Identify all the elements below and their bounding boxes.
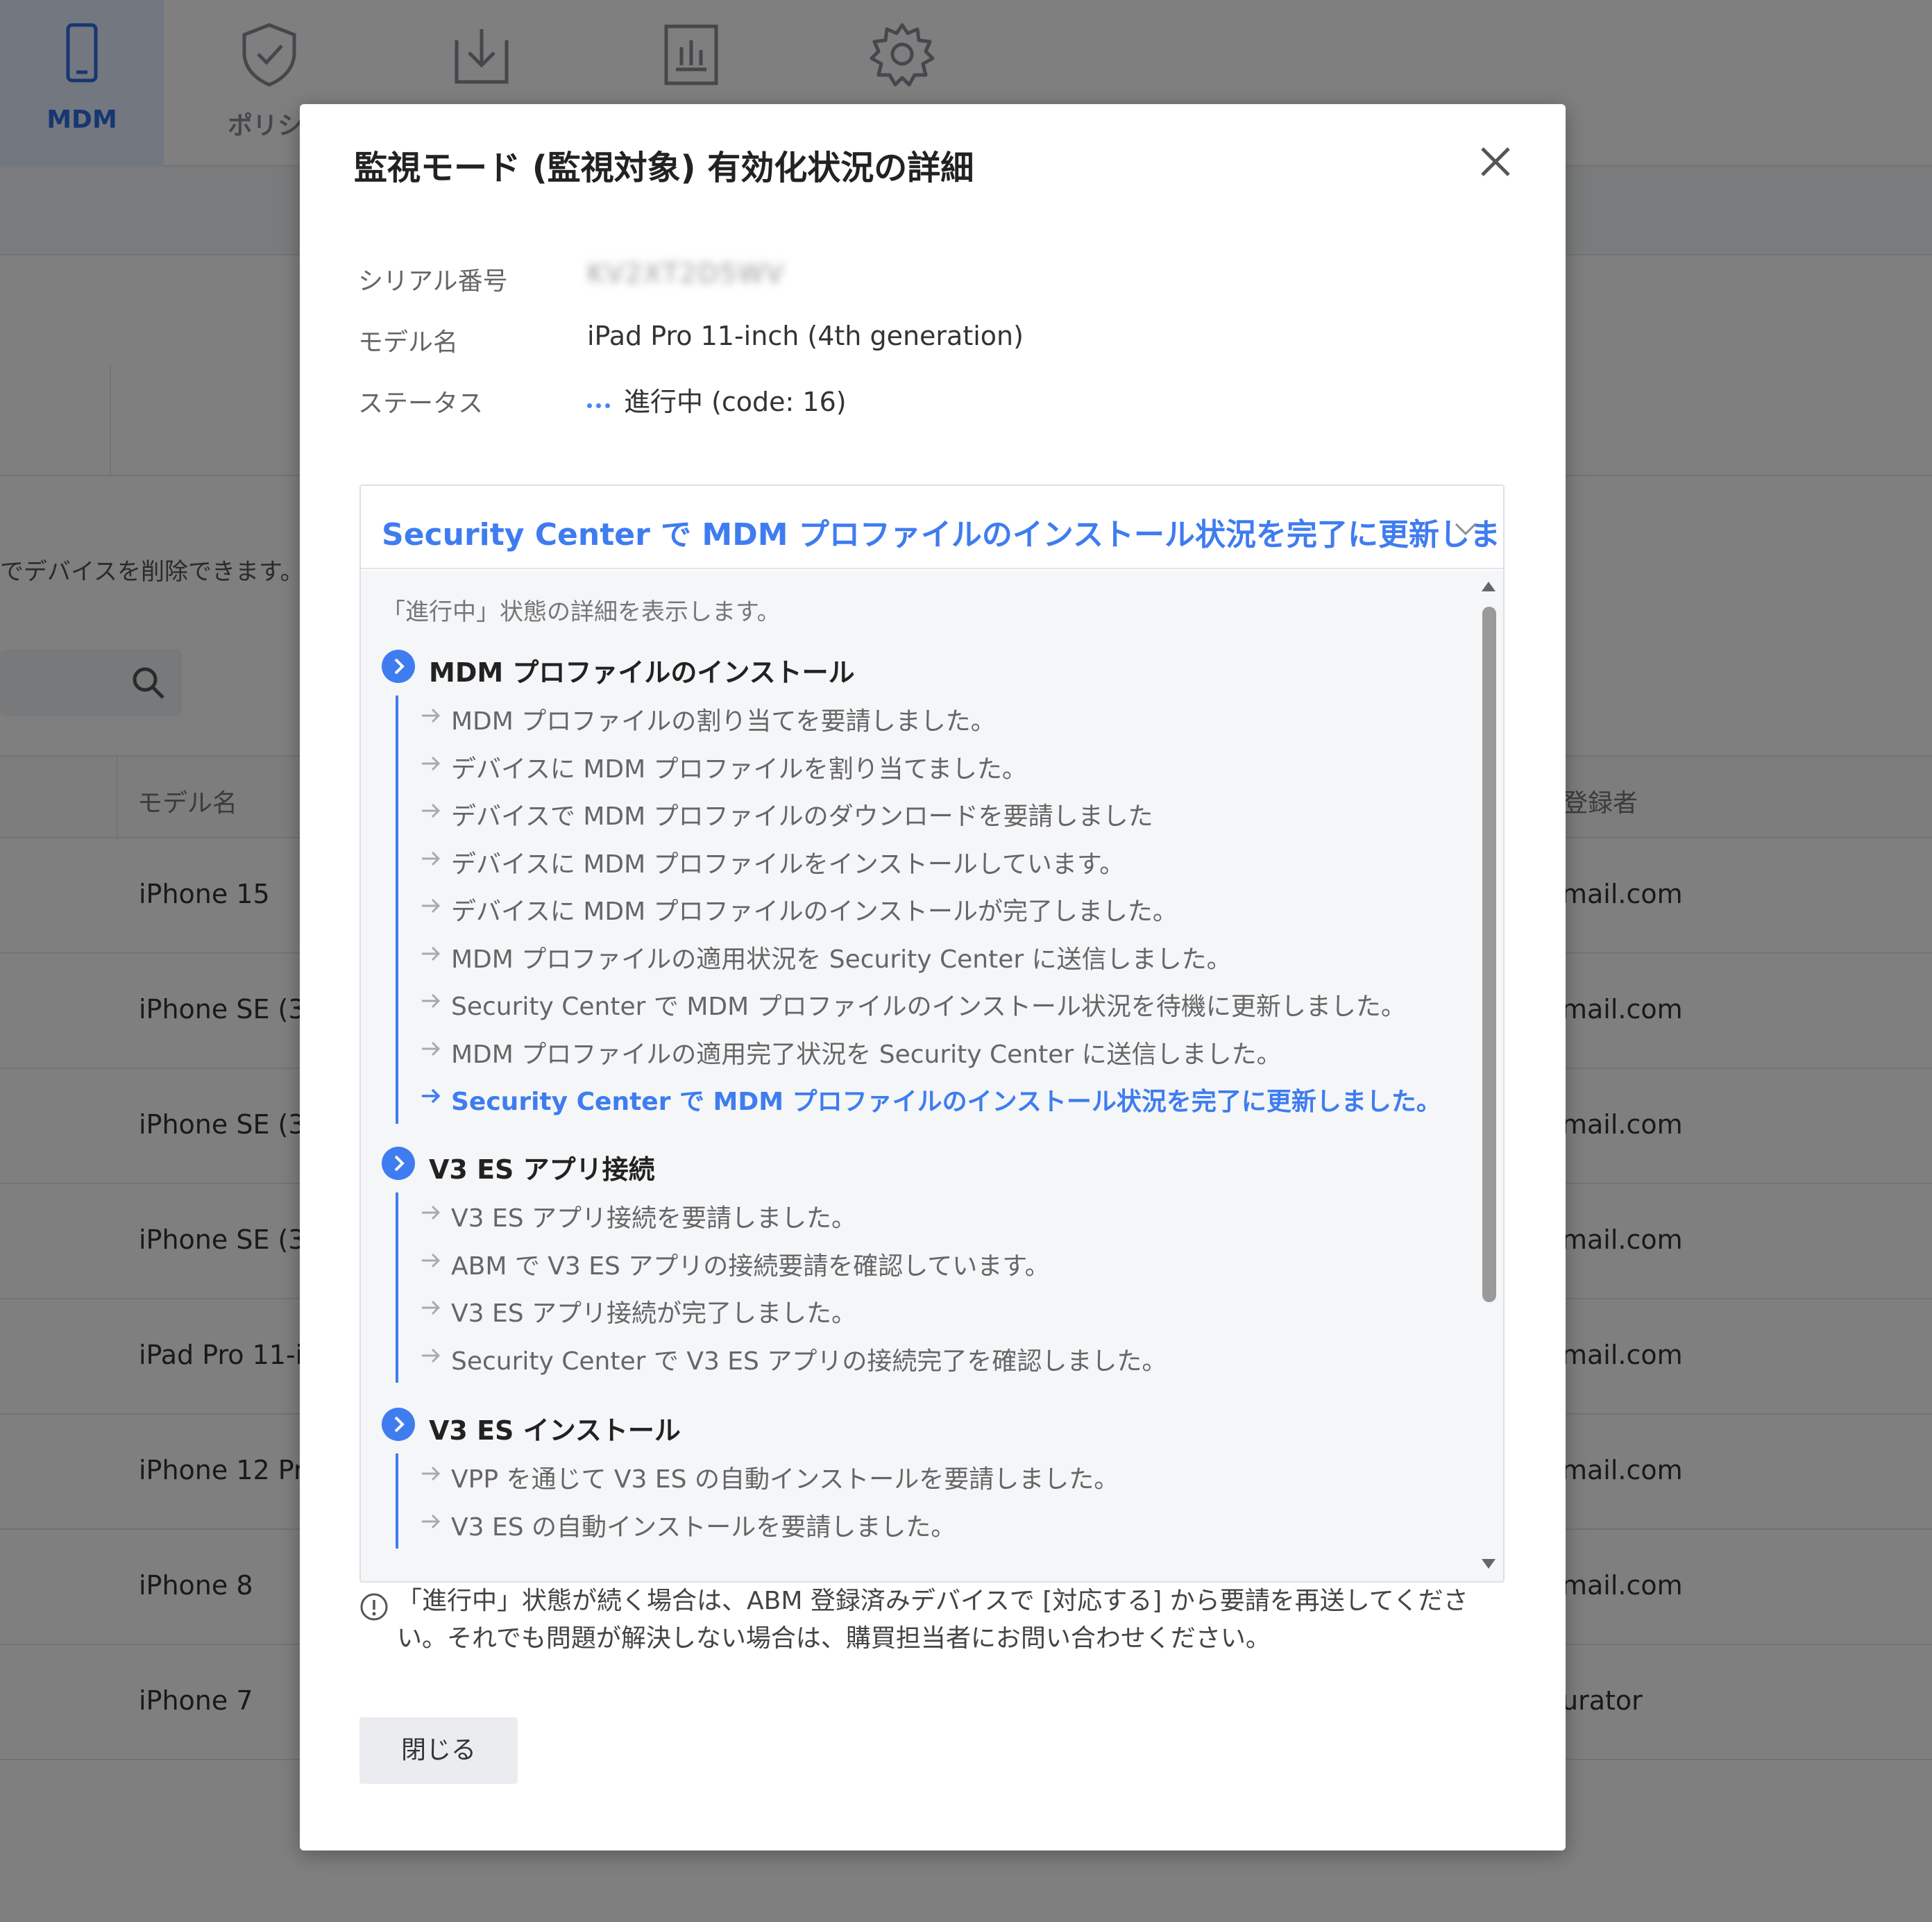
status-label: ステータス (358, 389, 484, 418)
section-chevron-icon (382, 1408, 415, 1441)
step-item: Security Center で MDM プロファイルのインストール状況を待機… (419, 981, 1464, 1029)
status-value: 進行中 (code: 16) (624, 387, 847, 417)
step-item: デバイスに MDM プロファイルを割り当てました。 (419, 743, 1464, 791)
model-label: モデル名 (358, 328, 459, 357)
close-button[interactable]: 閉じる (359, 1717, 518, 1784)
arrow-right-icon (422, 1514, 441, 1528)
step-item: MDM プロファイルの適用完了状況を Security Center に送信しま… (419, 1029, 1464, 1077)
step-item: MDM プロファイルの適用状況を Security Center に送信しました… (419, 934, 1464, 981)
step-list: MDM プロファイルの割り当てを要請しました。 デバイスに MDM プロファイル… (396, 696, 1464, 1124)
info-icon (360, 1593, 388, 1621)
step-item: V3 ES アプリ接続を要請しました。 (419, 1192, 1464, 1240)
arrow-right-icon (422, 1205, 441, 1220)
arrow-right-icon (422, 1466, 441, 1481)
modal-title: 監視モード (監視対象) 有効化状況の詳細 (354, 149, 974, 187)
section-chevron-icon (382, 1147, 415, 1180)
step-item-current: Security Center で MDM プロファイルのインストール状況を完了… (419, 1076, 1464, 1124)
status-detail-modal: 監視モード (監視対象) 有効化状況の詳細 シリアル番号 KV2XT2D5WV … (300, 104, 1566, 1851)
arrow-right-icon (422, 851, 441, 866)
step-item: V3 ES アプリ接続が完了しました。 (419, 1288, 1464, 1335)
section-mdm-profile-install: MDM プロファイルのインストール MDM プロファイルの割り当てを要請しました… (382, 646, 1464, 1124)
section-head: V3 ES インストール (382, 1403, 1464, 1446)
step-item: ABM で V3 ES アプリの接続要請を確認しています。 (419, 1240, 1464, 1288)
step-item: VPP を通じて V3 ES の自動インストールを要請しました。 (419, 1453, 1464, 1501)
in-progress-dots-icon (587, 389, 614, 419)
panel-header-text: Security Center で MDM プロファイルのインストール状況を完了… (382, 517, 1505, 553)
chevron-down-icon[interactable] (1450, 514, 1481, 544)
model-value: iPad Pro 11-inch (4th generation) (587, 321, 1024, 351)
step-item: デバイスに MDM プロファイルのインストールが完了しました。 (419, 886, 1464, 934)
arrow-right-icon (422, 993, 441, 1009)
arrow-right-icon (422, 756, 441, 770)
section-v3-install: V3 ES インストール VPP を通じて V3 ES の自動インストールを要請… (382, 1403, 1464, 1549)
panel-body: 「進行中」状態の詳細を表示します。 MDM プロファイルのインストール MDM … (361, 571, 1474, 1581)
progress-detail-panel: Security Center で MDM プロファイルのインストール状況を完了… (359, 484, 1505, 1583)
serial-label: シリアル番号 (358, 267, 508, 296)
step-item: V3 ES の自動インストールを要請しました。 (419, 1501, 1464, 1549)
step-list: V3 ES アプリ接続を要請しました。 ABM で V3 ES アプリの接続要請… (396, 1192, 1464, 1383)
status-value-wrap: 進行中 (code: 16) (587, 380, 847, 419)
arrow-right-icon (422, 1253, 441, 1267)
panel-scrollbar[interactable] (1474, 571, 1503, 1581)
section-chevron-icon (382, 650, 415, 683)
section-head: MDM プロファイルのインストール (382, 646, 1464, 688)
arrow-right-icon (422, 1348, 441, 1363)
step-list: VPP を通じて V3 ES の自動インストールを要請しました。 V3 ES の… (396, 1453, 1464, 1549)
arrow-right-icon (422, 708, 441, 723)
section-title: MDM プロファイルのインストール (429, 657, 855, 688)
step-item: デバイスで MDM プロファイルのダウンロードを要請しました (419, 791, 1464, 838)
scroll-thumb[interactable] (1482, 607, 1496, 1302)
section-title: V3 ES アプリ接続 (429, 1154, 655, 1185)
close-icon[interactable] (1473, 139, 1518, 185)
arrow-right-icon (422, 898, 441, 913)
section-head: V3 ES アプリ接続 (382, 1143, 1464, 1185)
arrow-right-icon (422, 1041, 441, 1056)
arrow-right-icon (422, 946, 441, 961)
section-title: V3 ES インストール (429, 1415, 681, 1446)
serial-value: KV2XT2D5WV (587, 258, 785, 289)
arrow-right-icon (422, 1088, 441, 1104)
scroll-down-arrow-icon[interactable] (1480, 1555, 1498, 1573)
arrow-right-icon (422, 1300, 441, 1315)
scroll-up-arrow-icon[interactable] (1480, 578, 1498, 596)
step-item: Security Center で V3 ES アプリの接続完了を確認しました。 (419, 1335, 1464, 1383)
panel-header[interactable]: Security Center で MDM プロファイルのインストール状況を完了… (361, 486, 1503, 569)
notice-text: 「進行中」状態が続く場合は、ABM 登録済みデバイスで [対応する] から要請を… (397, 1587, 1468, 1653)
section-v3-app-connect: V3 ES アプリ接続 V3 ES アプリ接続を要請しました。 ABM で V3… (382, 1143, 1464, 1383)
step-item: デバイスに MDM プロファイルをインストールしています。 (419, 838, 1464, 886)
step-item: MDM プロファイルの割り当てを要請しました。 (419, 696, 1464, 743)
arrow-right-icon (422, 803, 441, 818)
panel-intro: 「進行中」状態の詳細を表示します。 (382, 598, 781, 626)
